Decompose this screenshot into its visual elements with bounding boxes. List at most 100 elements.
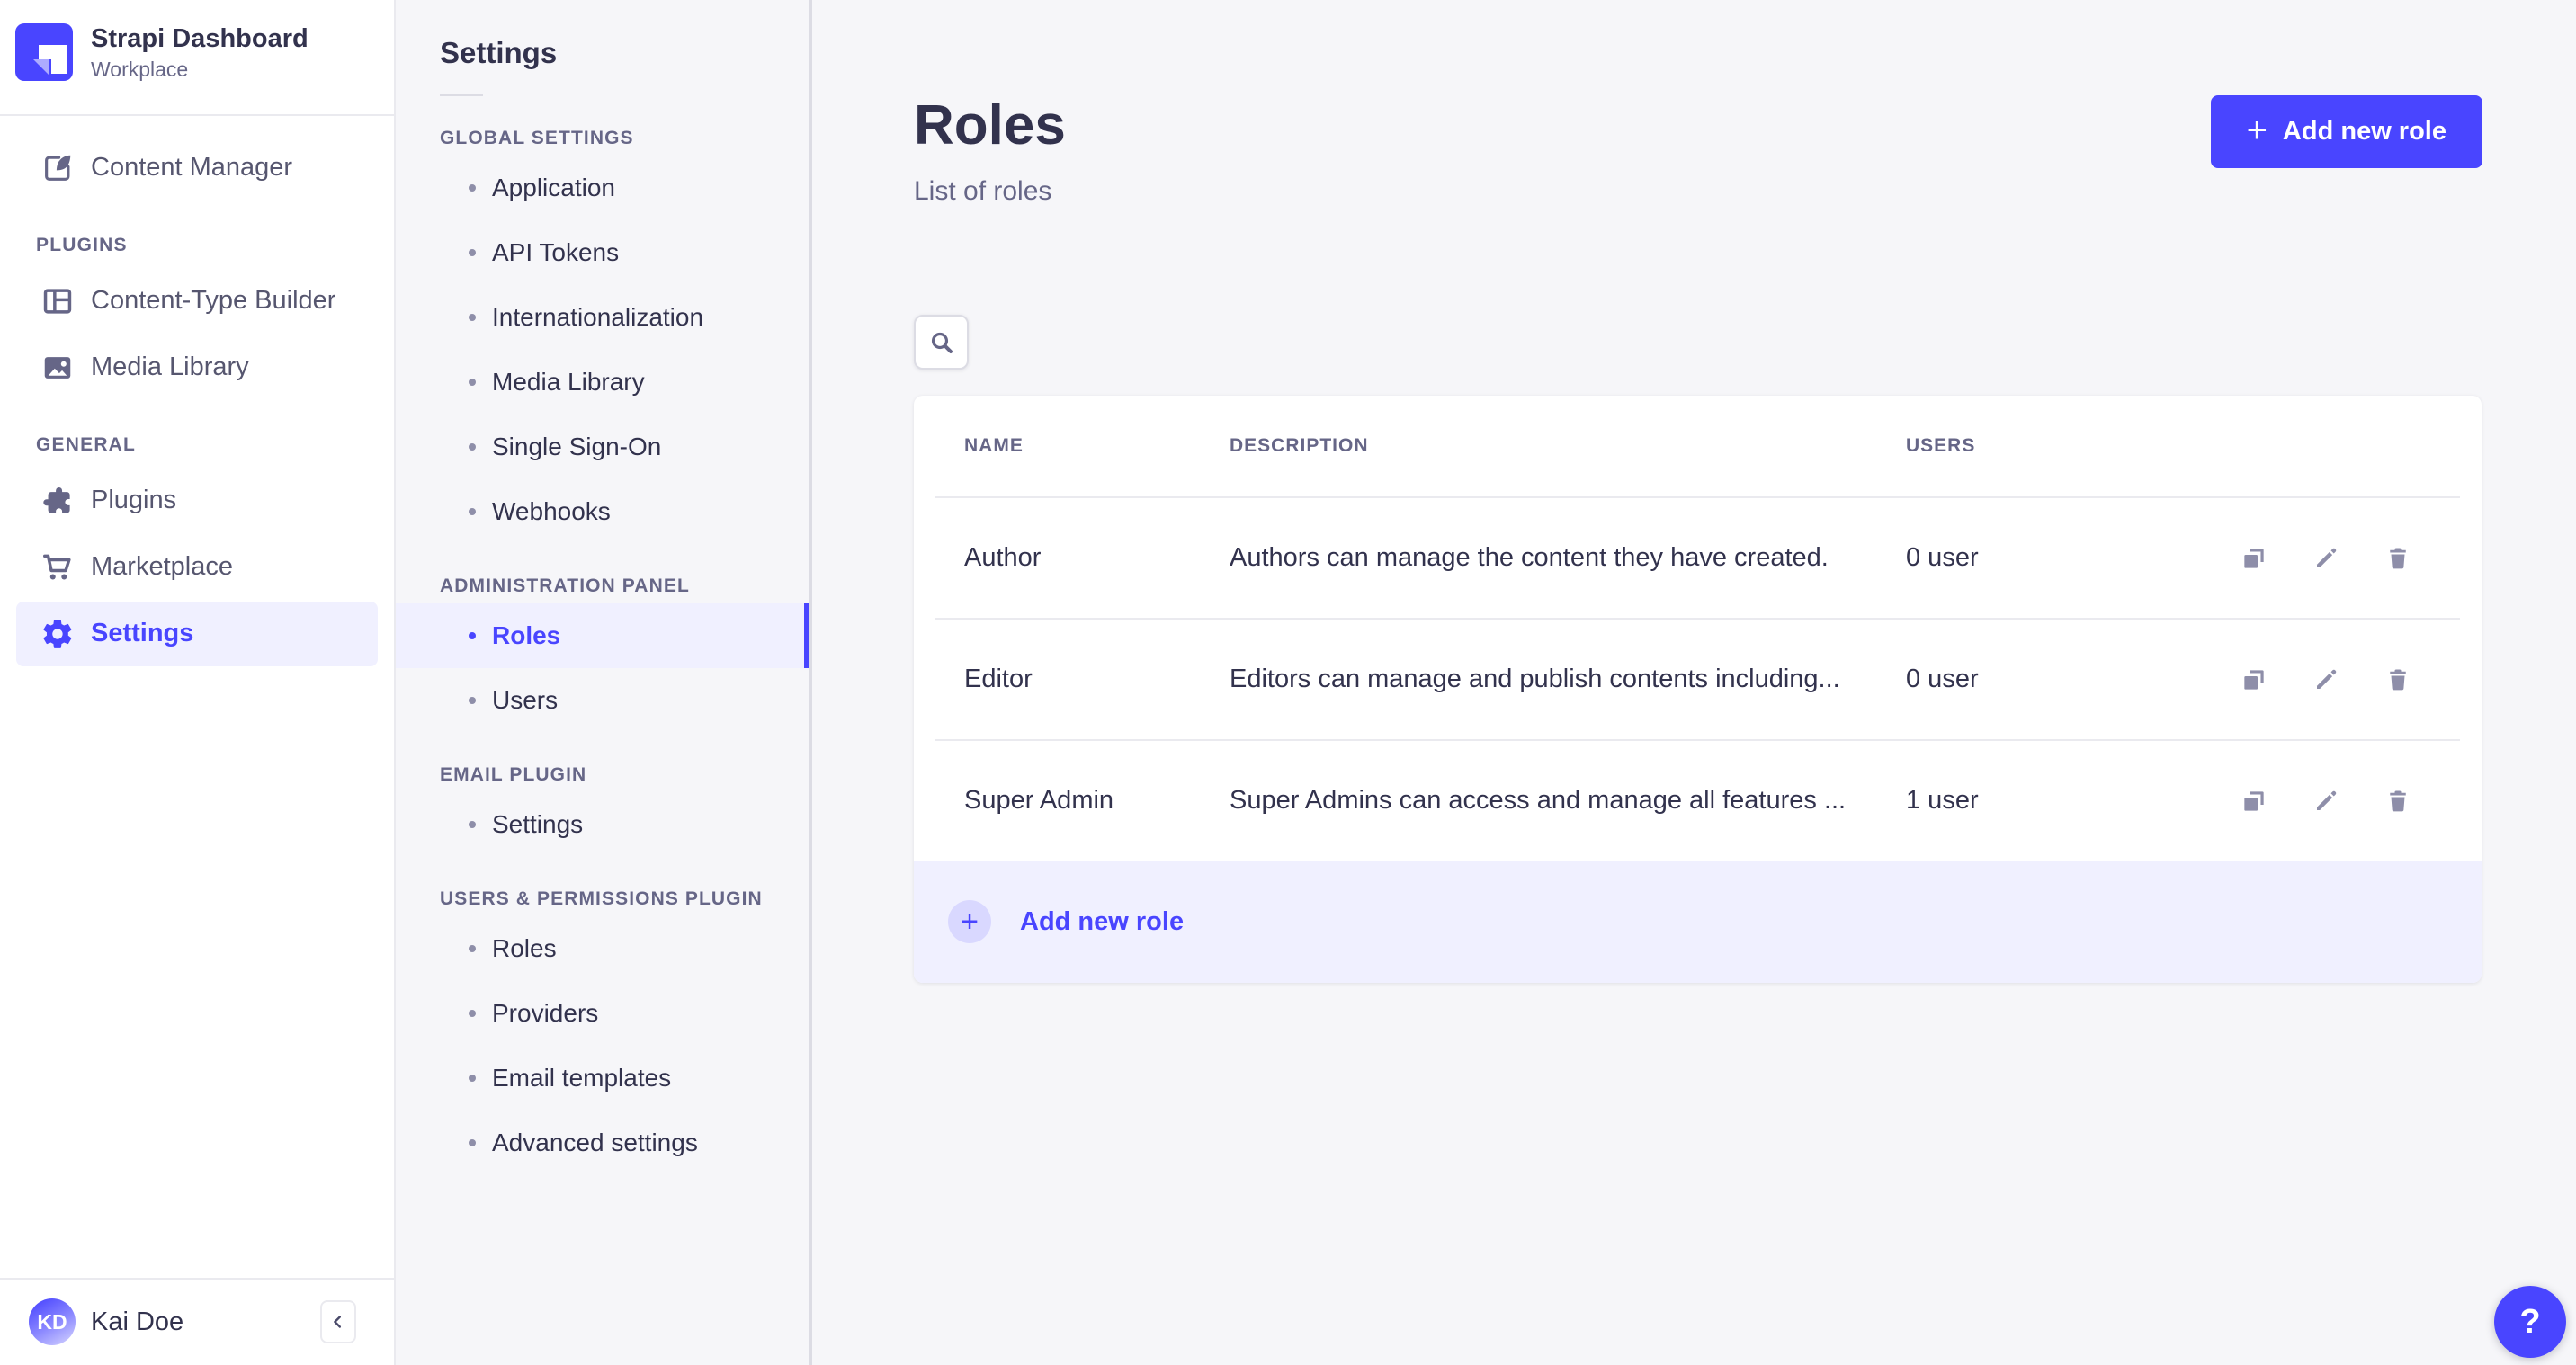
gear-icon bbox=[40, 617, 75, 651]
add-new-role-button[interactable]: + Add new role bbox=[2210, 95, 2482, 168]
sidebar-item-label: Settings bbox=[91, 619, 194, 648]
subnav-item-advanced-settings[interactable]: Advanced settings bbox=[396, 1111, 809, 1175]
sidebar-item-content-type-builder[interactable]: Content-Type Builder bbox=[16, 269, 378, 334]
roles-page: Roles List of roles + Add new role NAME … bbox=[812, 0, 2576, 1365]
column-header-name: NAME bbox=[964, 435, 1024, 456]
sidebar-item-settings[interactable]: Settings bbox=[16, 601, 378, 666]
collapse-sidebar-button[interactable] bbox=[320, 1300, 356, 1343]
subnav-section-users-permissions-plugin: USERS & PERMISSIONS PLUGIN Roles Provide… bbox=[396, 886, 809, 1175]
bullet-icon bbox=[469, 379, 476, 386]
delete-role-button[interactable] bbox=[2383, 786, 2413, 816]
sidebar-item-label: Plugins bbox=[91, 486, 177, 515]
bullet-icon bbox=[469, 697, 476, 704]
duplicate-icon bbox=[2240, 544, 2268, 573]
subnav-section-global-settings: GLOBAL SETTINGS Application API Tokens I… bbox=[396, 125, 809, 544]
subnav-item-single-sign-on[interactable]: Single Sign-On bbox=[396, 415, 809, 479]
sidebar-footer: KD Kai Doe bbox=[0, 1278, 394, 1365]
delete-role-button[interactable] bbox=[2383, 543, 2413, 574]
sidebar-section-general: GENERAL bbox=[36, 433, 137, 455]
duplicate-icon bbox=[2240, 665, 2268, 694]
subnav-item-roles-up[interactable]: Roles bbox=[396, 916, 809, 981]
edit-role-button[interactable] bbox=[2311, 786, 2341, 816]
cart-icon bbox=[40, 550, 75, 584]
subnav-title-divider bbox=[440, 94, 483, 96]
subnav-item-users[interactable]: Users bbox=[396, 668, 809, 733]
edit-role-button[interactable] bbox=[2311, 665, 2341, 695]
subnav-item-media-library[interactable]: Media Library bbox=[396, 350, 809, 415]
edit-icon bbox=[2312, 545, 2339, 572]
bullet-icon bbox=[469, 945, 476, 952]
subnav-section-label: EMAIL PLUGIN bbox=[440, 764, 587, 785]
subnav-section-email-plugin: EMAIL PLUGIN Settings bbox=[396, 762, 809, 857]
duplicate-role-button[interactable] bbox=[2239, 543, 2269, 574]
bullet-icon bbox=[469, 821, 476, 828]
row-actions bbox=[2239, 543, 2413, 574]
role-name: Author bbox=[964, 543, 1042, 572]
settings-subnav: Settings GLOBAL SETTINGS Application API… bbox=[396, 0, 812, 1365]
puzzle-icon bbox=[40, 484, 75, 518]
sidebar-item-media-library[interactable]: Media Library bbox=[16, 335, 378, 400]
subnav-item-email-settings[interactable]: Settings bbox=[396, 792, 809, 857]
workspace-name: Workplace bbox=[91, 57, 189, 81]
duplicate-role-button[interactable] bbox=[2239, 665, 2269, 695]
row-actions bbox=[2239, 786, 2413, 816]
bullet-icon bbox=[469, 443, 476, 451]
duplicate-icon bbox=[2240, 787, 2268, 816]
role-description: Authors can manage the content they have… bbox=[1230, 543, 1829, 572]
edit-icon bbox=[2312, 666, 2339, 693]
delete-icon bbox=[2384, 545, 2411, 572]
table-row-editor[interactable]: Editor Editors can manage and publish co… bbox=[914, 620, 2482, 739]
duplicate-role-button[interactable] bbox=[2239, 786, 2269, 816]
sidebar-section-plugins: PLUGINS bbox=[36, 234, 128, 255]
add-new-role-row[interactable]: + Add new role bbox=[914, 861, 2482, 983]
plus-circle-icon: + bbox=[948, 900, 991, 943]
subnav-item-internationalization[interactable]: Internationalization bbox=[396, 285, 809, 350]
subnav-item-webhooks[interactable]: Webhooks bbox=[396, 479, 809, 544]
sidebar-item-plugins[interactable]: Plugins bbox=[16, 468, 378, 533]
subnav-item-application[interactable]: Application bbox=[396, 156, 809, 220]
subnav-section-label: ADMINISTRATION PANEL bbox=[440, 575, 690, 596]
page-title: Roles bbox=[914, 94, 1066, 156]
subnav-item-email-templates[interactable]: Email templates bbox=[396, 1046, 809, 1111]
column-header-users: USERS bbox=[1906, 435, 1976, 456]
edit-icon bbox=[2312, 788, 2339, 815]
subnav-item-api-tokens[interactable]: API Tokens bbox=[396, 220, 809, 285]
bullet-icon bbox=[469, 632, 476, 639]
strapi-logo bbox=[15, 23, 73, 82]
table-row-super-admin[interactable]: Super Admin Super Admins can access and … bbox=[914, 741, 2482, 861]
main-sidebar: Strapi Dashboard Workplace Content Manag… bbox=[0, 0, 396, 1365]
search-button[interactable] bbox=[914, 315, 969, 370]
subnav-item-providers[interactable]: Providers bbox=[396, 981, 809, 1046]
help-button[interactable]: ? bbox=[2494, 1286, 2566, 1358]
chevron-left-icon bbox=[328, 1312, 348, 1332]
edit-role-button[interactable] bbox=[2311, 543, 2341, 574]
avatar[interactable]: KD bbox=[29, 1298, 76, 1345]
role-description: Editors can manage and publish contents … bbox=[1230, 665, 1840, 693]
sidebar-item-marketplace[interactable]: Marketplace bbox=[16, 535, 378, 600]
subnav-section-administration-panel: ADMINISTRATION PANEL Roles Users bbox=[396, 573, 809, 733]
bullet-icon bbox=[469, 1139, 476, 1146]
pencil-square-icon bbox=[40, 151, 75, 185]
delete-role-button[interactable] bbox=[2383, 665, 2413, 695]
role-users-count: 0 user bbox=[1906, 665, 1979, 693]
bullet-icon bbox=[469, 249, 476, 256]
picture-icon bbox=[40, 351, 75, 385]
role-name: Super Admin bbox=[964, 786, 1114, 815]
sidebar-item-content-manager[interactable]: Content Manager bbox=[16, 136, 378, 201]
plus-icon: + bbox=[2246, 110, 2267, 150]
sidebar-item-label: Content Manager bbox=[91, 153, 293, 183]
bullet-icon bbox=[469, 1075, 476, 1082]
page-subtitle: List of roles bbox=[914, 176, 1052, 206]
subnav-item-roles-admin[interactable]: Roles bbox=[396, 603, 809, 668]
role-description: Super Admins can access and manage all f… bbox=[1230, 786, 1847, 815]
bullet-icon bbox=[469, 508, 476, 515]
user-name: Kai Doe bbox=[91, 1307, 184, 1336]
sidebar-item-label: Media Library bbox=[91, 352, 249, 382]
app-title: Strapi Dashboard bbox=[91, 24, 309, 53]
bullet-icon bbox=[469, 1010, 476, 1017]
table-header-row: NAME DESCRIPTION USERS bbox=[914, 396, 2482, 496]
table-row-author[interactable]: Author Authors can manage the content th… bbox=[914, 498, 2482, 618]
workspace-switcher[interactable]: Strapi Dashboard Workplace bbox=[0, 0, 394, 103]
delete-icon bbox=[2384, 788, 2411, 815]
subnav-section-label: GLOBAL SETTINGS bbox=[440, 128, 634, 148]
